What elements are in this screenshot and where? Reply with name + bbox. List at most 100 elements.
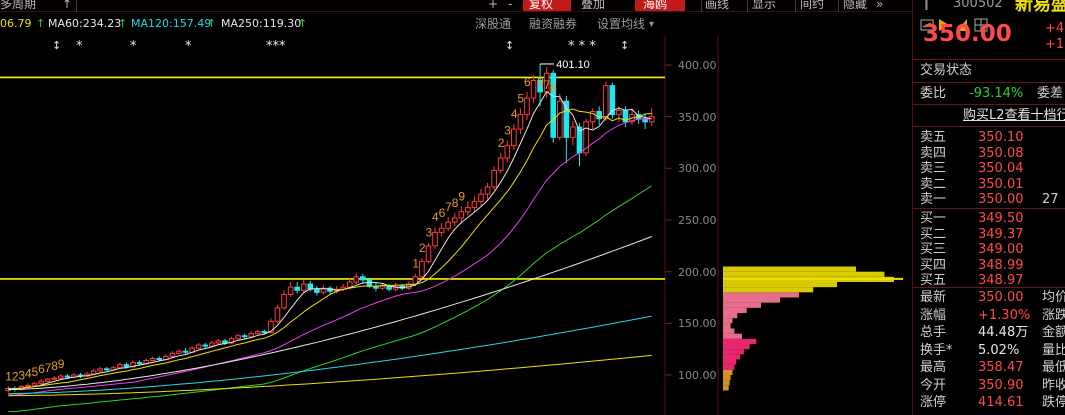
candle[interactable] [51, 377, 58, 380]
wtb-value: -93.14% [969, 86, 1024, 101]
candle[interactable] [176, 350, 182, 354]
chip-distribution-bar [723, 349, 744, 355]
price-change-pct: +1. [1045, 37, 1065, 52]
draw-line-button[interactable]: 画线 [705, 0, 729, 11]
zoom-in-button[interactable]: + [488, 0, 498, 11]
candle[interactable] [58, 375, 64, 379]
candle[interactable] [25, 384, 31, 387]
candle[interactable] [64, 375, 71, 378]
candle[interactable] [136, 362, 143, 365]
high-annotation-label: 401.10 [556, 59, 590, 71]
candle[interactable] [222, 340, 228, 344]
candle[interactable] [287, 286, 294, 295]
ma60-arrow-icon: ↑ [118, 17, 128, 30]
candle[interactable] [235, 335, 241, 340]
chart-toolbar: 多周期 ↑ + - 复权 叠加 海鸥 画线 显示 间约 隐藏 » [0, 0, 912, 12]
candle[interactable] [451, 217, 458, 223]
divider [913, 59, 1065, 60]
candle[interactable] [156, 357, 163, 361]
y-tick-label: 100.00 [678, 369, 717, 382]
candle[interactable] [471, 200, 478, 209]
candlestick-chart[interactable]: 401.101 2 3 4 5 6 7 8 91234 6 7 8 923456 9 7 8 [0, 36, 912, 415]
candle[interactable] [215, 340, 222, 344]
candle[interactable] [570, 126, 576, 138]
candle[interactable] [353, 276, 360, 283]
period-button[interactable]: 多周期 [0, 0, 36, 11]
period-up-icon[interactable]: ↑ [62, 0, 72, 11]
prev-stock-icon[interactable]: ❙ [921, 0, 932, 10]
candle[interactable] [458, 211, 465, 219]
candle[interactable] [254, 331, 261, 335]
margin-link[interactable]: 融资融券 [529, 18, 577, 30]
candle[interactable] [419, 260, 425, 278]
candle[interactable] [209, 342, 215, 347]
ma120-arrow-icon: ↑ [207, 17, 217, 30]
candle[interactable] [300, 283, 307, 291]
candle[interactable] [195, 344, 202, 349]
more-button[interactable]: » [876, 0, 883, 11]
candle[interactable] [314, 288, 320, 293]
candle[interactable] [281, 293, 287, 309]
candle[interactable] [123, 364, 130, 368]
chip-distribution-bar [723, 380, 730, 386]
candle[interactable] [602, 85, 609, 120]
fuquan-button[interactable]: 复权 [523, 0, 571, 11]
candle[interactable] [432, 231, 438, 247]
candle[interactable] [90, 370, 97, 375]
stat-row-extra: 跌停 [1042, 395, 1065, 410]
display-button[interactable]: 显示 [752, 0, 776, 11]
bid-row: 买二 349.37 [920, 227, 1065, 243]
candle[interactable] [425, 245, 432, 262]
candle[interactable] [97, 368, 103, 372]
candle[interactable] [379, 285, 386, 289]
bid-row-value: 349.50 [978, 211, 1024, 226]
ask-row-value: 350.01 [978, 176, 1024, 192]
candle[interactable] [44, 378, 51, 382]
candle[interactable] [484, 186, 491, 195]
bid-row: 买一 349.50 [920, 211, 1065, 227]
candle[interactable] [38, 380, 44, 384]
candle[interactable] [557, 100, 563, 138]
candle[interactable] [274, 307, 281, 322]
candle[interactable] [438, 227, 445, 233]
candle[interactable] [616, 109, 622, 116]
candle[interactable] [346, 281, 353, 288]
settings-dropdown-icon[interactable]: ▾ [649, 20, 654, 30]
candle[interactable] [248, 333, 255, 338]
candle[interactable] [511, 128, 517, 147]
candle[interactable] [524, 97, 530, 116]
l2-upgrade-link[interactable]: 购买L2查看十档行 [963, 109, 1065, 122]
candle[interactable] [117, 364, 123, 369]
ma-settings-link[interactable]: 设置均线 [597, 18, 645, 30]
candle[interactable] [261, 331, 268, 334]
overlay-button[interactable]: 叠加 [581, 0, 605, 11]
hide-button[interactable]: 隐藏 [843, 0, 867, 11]
candle[interactable] [504, 145, 511, 159]
candle[interactable] [202, 344, 209, 347]
candle[interactable] [294, 286, 300, 291]
sgt-link[interactable]: 深股通 [475, 18, 511, 30]
candle[interactable] [497, 157, 504, 171]
candle[interactable] [241, 335, 248, 338]
candle[interactable] [491, 169, 497, 188]
candle[interactable] [103, 368, 110, 371]
chip-distribution-bar [723, 385, 729, 391]
candle[interactable] [465, 207, 471, 213]
candle[interactable] [360, 276, 366, 281]
chip-peak-line [723, 277, 903, 280]
candle[interactable] [149, 357, 156, 362]
candle[interactable] [445, 221, 451, 229]
candle[interactable] [169, 352, 176, 357]
interval-button[interactable]: 间约 [800, 0, 824, 11]
td-count-label: 1 [412, 257, 419, 271]
haiou-button[interactable]: 海鸥 [635, 0, 685, 11]
candle[interactable] [530, 80, 537, 99]
candle[interactable] [478, 193, 484, 202]
candle[interactable] [31, 382, 38, 386]
chip-distribution-bar [723, 292, 799, 298]
candle[interactable] [517, 114, 524, 130]
candle[interactable] [563, 100, 570, 138]
bid-row-value: 348.99 [978, 257, 1024, 273]
candle[interactable] [182, 350, 189, 353]
zoom-out-button[interactable]: - [508, 0, 512, 11]
